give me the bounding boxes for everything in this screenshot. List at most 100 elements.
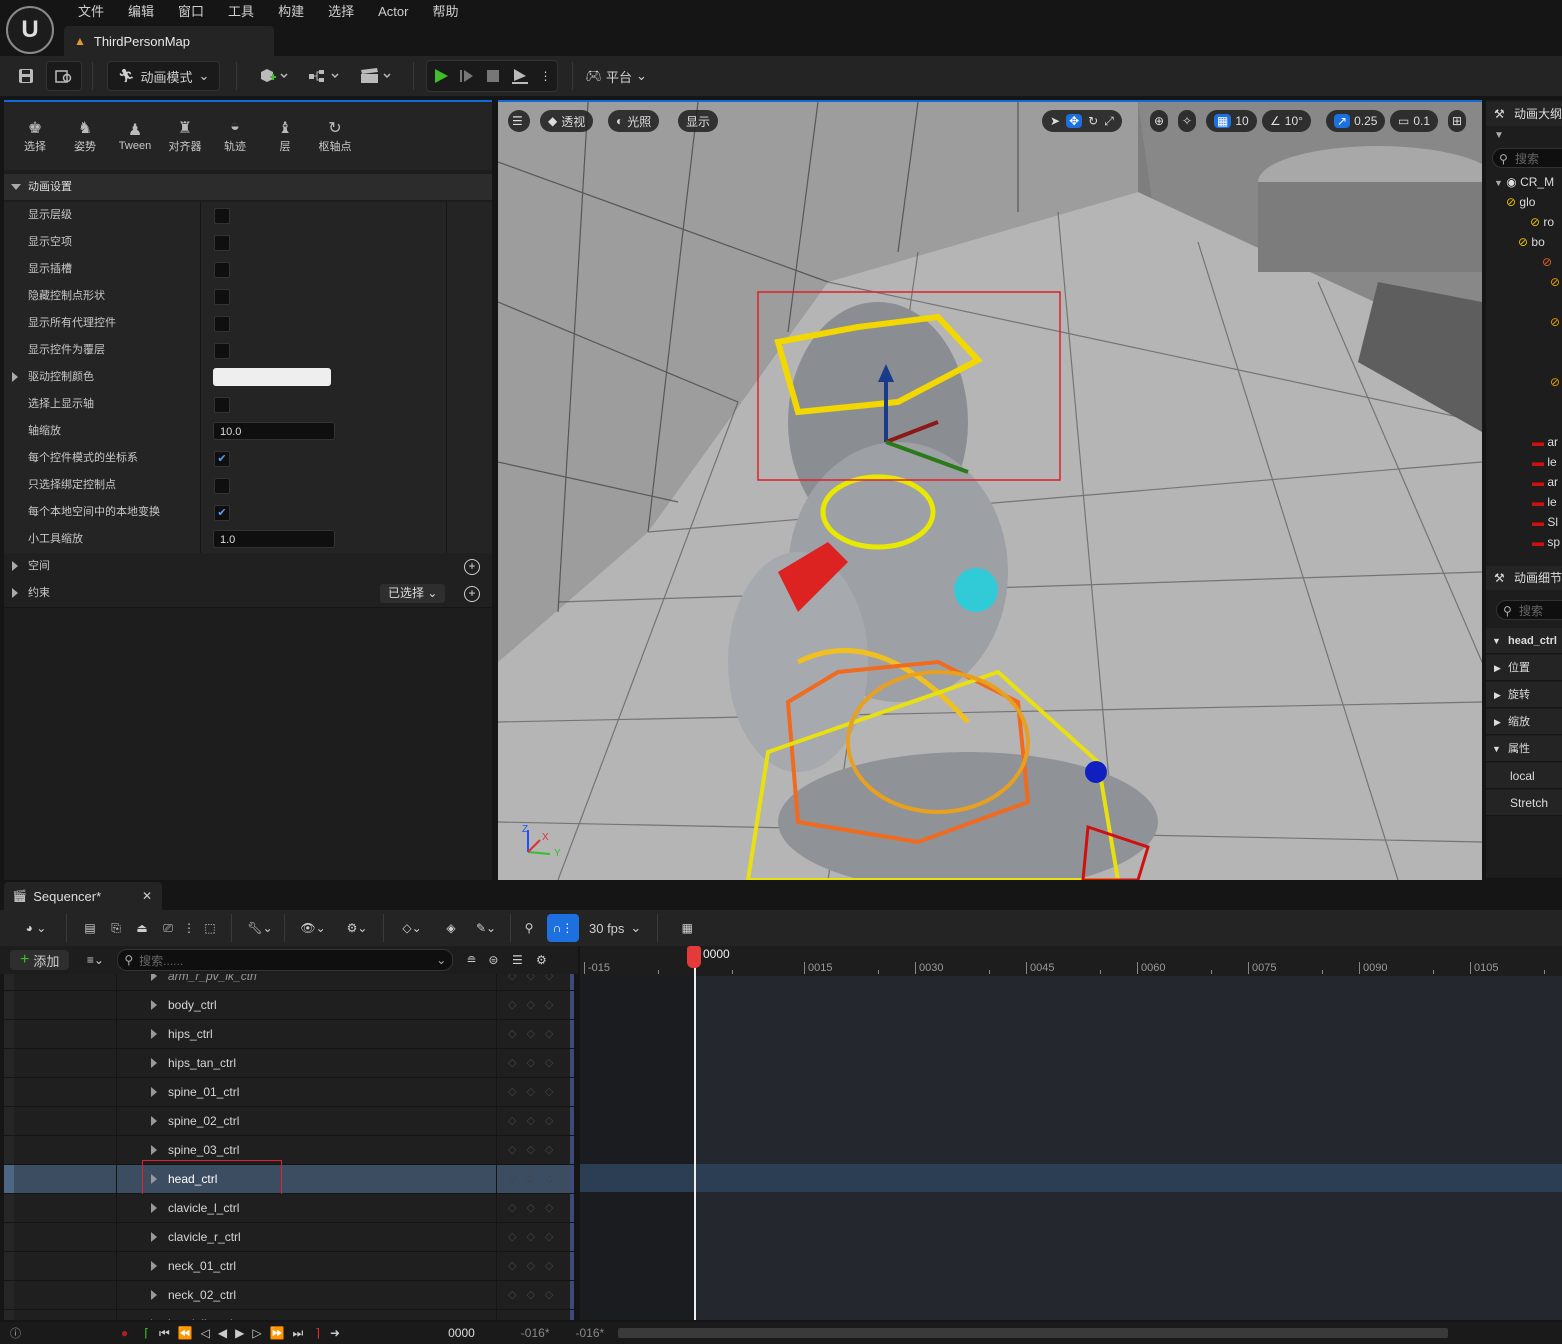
expand-arrow-icon[interactable] (151, 1116, 157, 1126)
outliner-item[interactable]: ⊘ (1486, 272, 1562, 292)
menu-select[interactable]: 选择 (316, 0, 366, 24)
menu-window[interactable]: 窗口 (166, 0, 216, 24)
constraint-dropdown[interactable]: 已选择 ⌄ (380, 584, 446, 603)
expand-all-icon[interactable]: ⊜ (481, 946, 505, 974)
tool-select[interactable]: ♚ 选择 (10, 118, 60, 154)
info-icon[interactable]: ⓘ (10, 1325, 21, 1341)
layout-icon[interactable]: ⊞ (1448, 110, 1467, 132)
tool-tween[interactable]: ♟ Tween (110, 120, 160, 152)
expand-arrow-icon[interactable] (12, 372, 18, 382)
expand-arrow-icon[interactable] (151, 1029, 157, 1039)
menu-build[interactable]: 构建 (266, 0, 316, 24)
find-in-browser-icon[interactable]: ⎘ (103, 914, 129, 942)
playback-options-icon[interactable]: ⚙⌄ (339, 914, 375, 942)
tool-pivot[interactable]: ↻ 枢轴点 (310, 118, 360, 154)
expand-arrow-icon[interactable] (151, 1319, 157, 1320)
transport-current-frame[interactable]: 0000 (448, 1326, 475, 1340)
more-options-icon[interactable]: ⋮ (539, 62, 551, 90)
details-value-local[interactable]: local (1486, 763, 1562, 789)
list-icon[interactable]: ☰ (505, 946, 529, 974)
outliner-item[interactable]: ▬ sp (1486, 532, 1562, 552)
playhead-line[interactable] (694, 952, 696, 1320)
camera-speed-button[interactable]: ▭ 0.1 (1390, 110, 1439, 132)
unreal-logo-icon[interactable]: U (6, 6, 54, 54)
outliner-item[interactable]: ▬ Sl (1486, 512, 1562, 532)
expand-arrow-icon[interactable] (151, 1087, 157, 1097)
tool-layers[interactable]: ♝ 层 (260, 118, 310, 154)
snap-magnet-icon[interactable]: ∩⋮ (547, 914, 579, 942)
menu-tools[interactable]: 工具 (216, 0, 266, 24)
mode-dropdown[interactable]: 🏃︎ 动画模式 ⌄ (107, 61, 221, 91)
outliner-item[interactable]: ▬ le (1486, 452, 1562, 472)
track-row[interactable]: spine_03_ctrl ◇◇◇ (4, 1136, 574, 1165)
expand-arrow-icon[interactable] (151, 974, 157, 981)
stop-icon[interactable] (485, 62, 501, 90)
expand-arrow-icon[interactable] (151, 1145, 157, 1155)
menu-edit[interactable]: 编辑 (116, 0, 166, 24)
drive-control-color-swatch[interactable] (213, 368, 331, 386)
show-sockets-checkbox[interactable] (214, 262, 230, 278)
platform-dropdown[interactable]: 🎮︎ 平台 ⌄ (585, 62, 646, 90)
scale-icon[interactable]: ⤢ (1104, 114, 1114, 129)
expand-arrow-icon[interactable] (151, 1290, 157, 1300)
hide-control-shapes-checkbox[interactable] (214, 289, 230, 305)
perspective-button[interactable]: ◆ 透视 (540, 110, 594, 132)
key-nav-icons[interactable]: ◇◇◇ (508, 1252, 563, 1280)
track-row[interactable]: clavicle_l_ctrl ◇◇◇ (4, 1194, 574, 1223)
track-row[interactable]: body_ctrl ◇◇◇ (4, 991, 574, 1020)
key-nav-icons[interactable]: ◇◇◇ (508, 1078, 563, 1106)
track-row[interactable]: neck_01_ctrl ◇◇◇ (4, 1252, 574, 1281)
translate-icon[interactable]: ✥ (1066, 114, 1083, 128)
auto-key-icon[interactable]: ◈ (438, 914, 464, 942)
outliner-item[interactable]: ▬ ar (1486, 472, 1562, 492)
outliner-item[interactable]: ▬ le (1486, 492, 1562, 512)
level-viewport[interactable]: Z Y X ☰ ◆ 透视 ◐ 光照 显示 ➤ ✥ ↻ ⤢ ⊕ ✧ ▦ 10 ∠ 10° … (498, 100, 1482, 880)
controls-as-overlay-checkbox[interactable] (214, 343, 230, 359)
track-row[interactable]: hips_ctrl ◇◇◇ (4, 1020, 574, 1049)
filter-arrow-icon[interactable]: ▼ (1494, 130, 1504, 141)
track-row[interactable]: head_ik_ctrl ◇◇◇ (4, 1310, 574, 1320)
outliner-item[interactable]: ⊘ (1486, 372, 1562, 392)
outliner-item[interactable]: ⊘ (1486, 252, 1562, 272)
tool-aligner[interactable]: ♜ 对齐器 (160, 118, 210, 154)
playback-controls-icons[interactable]: ⏮⏪◁◀▶▷⏩⏭ (159, 1326, 311, 1341)
cinematics-icon[interactable] (357, 62, 395, 90)
expand-arrow-icon[interactable] (151, 1261, 157, 1271)
details-scale-row[interactable]: ▶ 缩放 (1486, 709, 1562, 735)
details-value-stretch[interactable]: Stretch (1486, 790, 1562, 816)
outliner-search[interactable]: ⚲ 搜索 (1492, 148, 1562, 168)
show-nulls-checkbox[interactable] (214, 235, 230, 251)
view-options-icon[interactable]: 👁︎⌄ (295, 914, 331, 942)
edit-mode-icon[interactable]: ✎⌄ (468, 914, 504, 942)
expand-arrow-icon[interactable] (151, 1203, 157, 1213)
outliner-item[interactable]: ⊘ ro (1486, 212, 1562, 232)
axes-scale-input[interactable]: 10.0 (213, 422, 335, 440)
transport-start-frame[interactable]: -016* (521, 1326, 550, 1340)
settings-gear-icon[interactable]: ⚙ (529, 946, 553, 974)
details-search[interactable]: ⚲ 搜索 (1496, 600, 1562, 620)
advance-frame-icon[interactable] (459, 62, 475, 90)
track-row[interactable]: hips_tan_ctrl ◇◇◇ (4, 1049, 574, 1078)
close-icon[interactable]: ✕ (142, 889, 152, 903)
key-nav-icons[interactable]: ◇◇◇ (508, 1049, 563, 1077)
key-interp-icon[interactable]: ◇⌄ (394, 914, 430, 942)
track-row[interactable]: clavicle_r_ctrl ◇◇◇ (4, 1223, 574, 1252)
track-row[interactable]: arm_r_pv_ik_ctrl ◇◇◇ (4, 974, 574, 991)
coord-system-per-widget-checkbox[interactable]: ✔ (214, 451, 230, 467)
content-browser-icon[interactable] (46, 61, 82, 91)
sequencer-timeline[interactable]: -015 0015 0030 0045 0060 0075 0090 0105 … (580, 946, 1562, 1320)
key-nav-icons[interactable]: ◇◇◇ (508, 1310, 563, 1320)
sequencer-tab[interactable]: 🎬︎ Sequencer* ✕ (4, 882, 162, 910)
curve-editor-icon[interactable]: ▦ (674, 914, 700, 942)
range-start-icon[interactable]: ⌈ (144, 1326, 149, 1340)
show-button[interactable]: 显示 (678, 110, 719, 132)
outliner-item[interactable]: ⊘ (1486, 312, 1562, 332)
lighting-button[interactable]: ◐ 光照 (608, 110, 660, 132)
save-sequence-icon[interactable]: ▤ (77, 914, 103, 942)
details-location-row[interactable]: ▶ 位置 (1486, 655, 1562, 681)
track-row[interactable]: spine_01_ctrl ◇◇◇ (4, 1078, 574, 1107)
key-nav-icons[interactable]: ◇◇◇ (508, 1194, 563, 1222)
show-axes-on-selection-checkbox[interactable] (214, 397, 230, 413)
menu-file[interactable]: 文件 (66, 0, 116, 24)
space-section[interactable]: 空间 + (4, 553, 492, 581)
